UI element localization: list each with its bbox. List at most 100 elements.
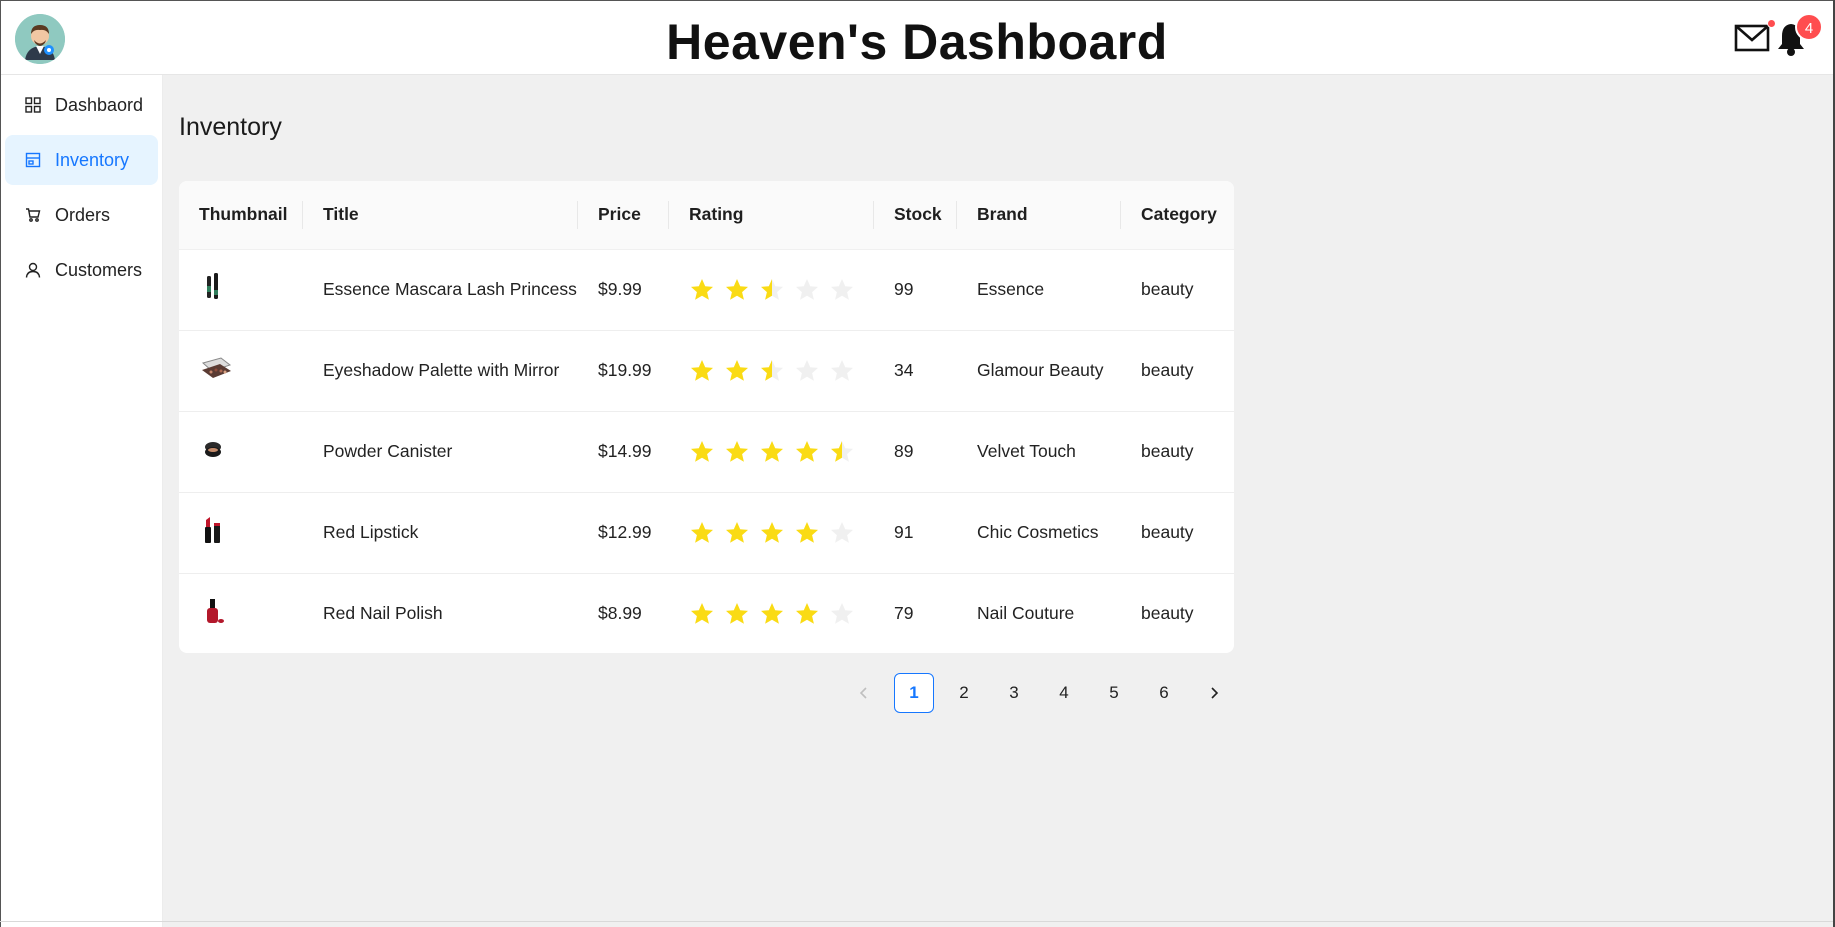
inventory-table: Thumbnail Title Price Rating Stock Brand…	[179, 181, 1234, 653]
star-icon[interactable]	[829, 520, 855, 546]
cell-title: Red Nail Polish	[323, 603, 443, 624]
cell-thumbnail	[179, 330, 303, 412]
user-icon	[25, 262, 41, 278]
sidebar-item-dashboard[interactable]: Dashbaord	[5, 80, 158, 130]
cart-icon	[25, 207, 41, 223]
star-icon[interactable]	[794, 520, 820, 546]
table-header-row: Thumbnail Title Price Rating Stock Brand…	[179, 181, 1234, 250]
star-icon[interactable]	[759, 439, 785, 465]
cell-stock: 79	[894, 603, 914, 624]
column-header-thumbnail: Thumbnail	[179, 181, 303, 250]
product-thumbnail	[199, 596, 227, 626]
table-row: Eyeshadow Palette with Mirror $19.99 34 Gla…	[179, 330, 1234, 412]
pagination-next-button[interactable]	[1194, 673, 1234, 713]
star-icon[interactable]	[829, 601, 855, 627]
pagination-prev-button[interactable]	[844, 673, 884, 713]
page-title: Inventory	[179, 113, 282, 141]
pagination-page-2[interactable]: 2	[944, 673, 984, 713]
rating-stars	[689, 277, 874, 303]
product-thumbnail	[199, 272, 227, 302]
star-icon[interactable]	[759, 358, 785, 384]
sidebar-item-inventory[interactable]: Inventory	[5, 135, 158, 185]
cell-category: beauty	[1121, 411, 1234, 493]
star-icon[interactable]	[759, 520, 785, 546]
cell-brand: Nail Couture	[977, 603, 1075, 624]
star-icon[interactable]	[794, 439, 820, 465]
rating-stars	[689, 601, 874, 627]
cell-brand: Velvet Touch	[957, 411, 1121, 493]
column-header-category: Category	[1121, 181, 1234, 250]
sidebar: Dashbaord Inventory Orders Customers	[1, 75, 163, 927]
shop-icon	[25, 152, 41, 168]
star-icon[interactable]	[759, 277, 785, 303]
cell-thumbnail	[179, 492, 303, 574]
column-header-rating: Rating	[669, 181, 874, 250]
cell-rating	[669, 249, 874, 331]
star-icon[interactable]	[724, 439, 750, 465]
rating-stars	[689, 439, 874, 465]
rating-stars	[689, 520, 874, 546]
cell-title: Eyeshadow Palette with Mirror	[303, 330, 578, 412]
star-icon[interactable]	[689, 439, 715, 465]
cell-thumbnail	[179, 249, 303, 331]
cell-brand: Chic Cosmetics	[957, 492, 1121, 574]
cell-price: $8.99	[598, 603, 642, 624]
pagination-page-1[interactable]: 1	[894, 673, 934, 713]
mail-unread-dot	[1767, 19, 1776, 28]
cell-category: beauty	[1141, 603, 1194, 624]
star-icon[interactable]	[724, 601, 750, 627]
cell-title: Essence Mascara Lash Princess	[303, 249, 578, 331]
star-icon[interactable]	[794, 601, 820, 627]
pagination-page-5[interactable]: 5	[1094, 673, 1134, 713]
star-icon[interactable]	[829, 439, 855, 465]
product-thumbnail	[199, 515, 227, 545]
table-row: Powder Canister $14.99 89 Velvet Touch beaut…	[179, 411, 1234, 493]
product-thumbnail	[199, 353, 232, 383]
top-header: Heaven's Dashboard 4	[1, 1, 1833, 75]
main-content: Inventory Thumbnail Title Price Rating S…	[163, 75, 1833, 927]
sidebar-item-label: Inventory	[55, 149, 130, 170]
star-icon[interactable]	[829, 277, 855, 303]
star-icon[interactable]	[759, 601, 785, 627]
star-icon[interactable]	[794, 277, 820, 303]
cell-category: beauty	[1121, 249, 1234, 331]
table-row: Essence Mascara Lash Princess $9.99 99 Esse…	[179, 249, 1234, 331]
mail-icon[interactable]	[1734, 19, 1776, 53]
cell-category: beauty	[1121, 492, 1234, 574]
cell-price: $12.99	[578, 492, 669, 574]
cell-thumbnail	[179, 411, 303, 493]
cell-title: Red Lipstick	[303, 492, 578, 574]
cell-brand: Essence	[957, 249, 1121, 331]
cell-stock: 89	[874, 411, 957, 493]
star-icon[interactable]	[724, 520, 750, 546]
sidebar-item-label: Orders	[55, 204, 111, 225]
cell-stock: 99	[874, 249, 957, 331]
cell-price: $14.99	[578, 411, 669, 493]
column-header-price: Price	[578, 181, 669, 250]
pagination-page-3[interactable]: 3	[994, 673, 1034, 713]
window-bottom-border	[0, 921, 1835, 922]
sidebar-item-orders[interactable]: Orders	[5, 190, 158, 240]
star-icon[interactable]	[724, 277, 750, 303]
chevron-right-icon	[1211, 687, 1219, 699]
star-icon[interactable]	[689, 520, 715, 546]
pagination: 1 2 3 4 5 6	[844, 673, 1244, 713]
cell-rating	[669, 492, 874, 574]
table-row: Red Lipstick $12.99 91 Chic Cosmetics beauty	[179, 492, 1234, 574]
app-title: Heaven's Dashboard	[666, 14, 1168, 70]
star-icon[interactable]	[689, 277, 715, 303]
star-icon[interactable]	[689, 358, 715, 384]
star-icon[interactable]	[794, 358, 820, 384]
chevron-left-icon	[859, 687, 867, 699]
cell-thumbnail	[179, 573, 303, 653]
star-icon[interactable]	[689, 601, 715, 627]
pagination-page-4[interactable]: 4	[1044, 673, 1084, 713]
rating-stars	[689, 358, 874, 384]
star-icon[interactable]	[724, 358, 750, 384]
pagination-page-6[interactable]: 6	[1144, 673, 1184, 713]
star-icon[interactable]	[829, 358, 855, 384]
column-header-stock: Stock	[874, 181, 957, 250]
grid-icon	[25, 97, 41, 113]
cell-rating	[669, 573, 874, 653]
sidebar-item-customers[interactable]: Customers	[5, 245, 158, 295]
